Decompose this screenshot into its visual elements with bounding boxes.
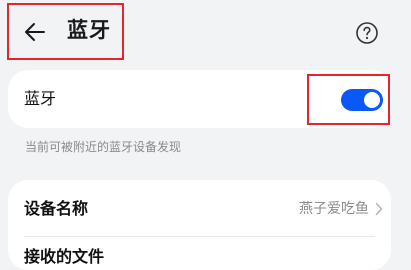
discoverable-hint: 当前可被附近的蓝牙设备发现 (25, 140, 182, 154)
toggle-knob (364, 92, 380, 108)
back-arrow-icon[interactable] (22, 19, 48, 45)
device-card: 设备名称 燕子爱吃鱼 接收的文件 (8, 180, 391, 270)
bluetooth-card: 蓝牙 (8, 70, 391, 128)
device-name-label[interactable]: 设备名称 (24, 198, 88, 220)
device-name-value[interactable]: 燕子爱吃鱼 (299, 199, 369, 219)
bluetooth-toggle[interactable] (341, 89, 383, 111)
chevron-right-icon[interactable] (375, 202, 383, 216)
header-bar: 蓝牙 (0, 0, 411, 64)
row-divider (24, 236, 375, 237)
page-title: 蓝牙 (67, 18, 111, 42)
help-icon[interactable] (355, 21, 379, 45)
received-files-label[interactable]: 接收的文件 (24, 246, 104, 268)
bluetooth-label: 蓝牙 (24, 89, 57, 108)
